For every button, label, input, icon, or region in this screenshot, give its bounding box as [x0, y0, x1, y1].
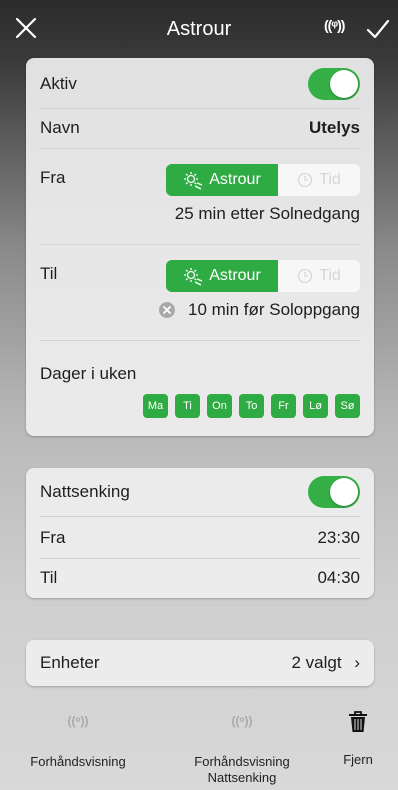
- to-seg-time[interactable]: Tid: [278, 260, 360, 292]
- schedule-card: Aktiv Navn Utelys Fra Astrour Tid 25 min…: [26, 58, 374, 436]
- checkmark-icon[interactable]: [366, 18, 390, 40]
- from-segmented-control[interactable]: Astrour Tid: [166, 164, 360, 196]
- night-setback-toggle[interactable]: [308, 476, 360, 508]
- preview-night-label-2: Nattsenking: [207, 770, 277, 785]
- name-label: Navn: [40, 118, 80, 137]
- night-setback-card: Nattsenking Fra 23:30 Til 04:30: [26, 468, 374, 598]
- bottom-toolbar: ((ᵒ)) Forhåndsvisning ((ᵒ)) Forhåndsvisn…: [0, 708, 398, 790]
- divider: [40, 244, 360, 245]
- divider: [40, 516, 360, 517]
- units-value: 2 valgt: [291, 653, 342, 672]
- days-label: Dager i uken: [40, 364, 137, 383]
- days-row: Ma Ti On To Fr Lø Sø: [40, 394, 360, 420]
- to-seg-time-label: Tid: [319, 267, 341, 284]
- to-row: Til Astrour Tid: [40, 260, 360, 292]
- units-label: Enheter: [40, 653, 100, 672]
- night-setback-label: Nattsenking: [40, 482, 130, 501]
- from-label: Fra: [40, 168, 66, 187]
- name-row[interactable]: Navn Utelys: [40, 118, 360, 138]
- to-seg-astro-label: Astrour: [209, 267, 261, 284]
- weekday-selector: Ma Ti On To Fr Lø Sø: [143, 394, 360, 418]
- day-to[interactable]: To: [239, 394, 264, 418]
- broadcast-icon[interactable]: ((ᵠ)): [324, 17, 345, 33]
- to-segmented-control[interactable]: Astrour Tid: [166, 260, 360, 292]
- divider: [40, 558, 360, 559]
- to-description-text: 10 min før Soloppgang: [188, 300, 360, 319]
- divider: [40, 148, 360, 149]
- preview-icon: ((ᵒ)): [67, 714, 89, 728]
- preview-icon-wrap: ((ᵒ)): [8, 708, 148, 734]
- day-ti[interactable]: Ti: [175, 394, 200, 418]
- active-toggle[interactable]: [308, 68, 360, 100]
- from-seg-astro-label: Astrour: [209, 171, 261, 188]
- night-setback-row: Nattsenking: [40, 476, 360, 508]
- clock-icon: [298, 268, 313, 284]
- clock-icon: [298, 172, 313, 188]
- night-to-row[interactable]: Til 04:30: [40, 568, 360, 588]
- day-fr[interactable]: Fr: [271, 394, 296, 418]
- toggle-knob: [330, 70, 358, 98]
- to-label: Til: [40, 264, 58, 283]
- preview-button[interactable]: ((ᵒ)) Forhåndsvisning: [8, 708, 148, 770]
- preview-night-button[interactable]: ((ᵒ)) Forhåndsvisning Nattsenking: [172, 708, 312, 786]
- preview-night-icon-wrap: ((ᵒ)): [172, 708, 312, 734]
- from-row: Fra Astrour Tid: [40, 164, 360, 196]
- units-row[interactable]: Enheter 2 valgt ›: [40, 653, 360, 673]
- active-label: Aktiv: [40, 74, 77, 93]
- preview-label: Forhåndsvisning: [30, 754, 126, 769]
- night-from-value: 23:30: [317, 528, 360, 547]
- day-so[interactable]: Sø: [335, 394, 360, 418]
- units-card[interactable]: Enheter 2 valgt ›: [26, 640, 374, 686]
- to-description[interactable]: 10 min før Soloppgang: [40, 300, 360, 322]
- night-from-label: Fra: [40, 528, 66, 547]
- from-seg-astro[interactable]: Astrour: [166, 164, 278, 196]
- sun-icon: [184, 172, 203, 190]
- units-value-group: 2 valgt ›: [292, 653, 361, 673]
- day-ma[interactable]: Ma: [143, 394, 168, 418]
- preview-night-label-1: Forhåndsvisning: [194, 754, 290, 769]
- toggle-knob: [330, 478, 358, 506]
- top-bar: Astrour ((ᵠ)): [0, 0, 398, 58]
- from-seg-time[interactable]: Tid: [278, 164, 360, 196]
- divider: [40, 340, 360, 341]
- name-value: Utelys: [308, 118, 360, 137]
- night-to-value: 04:30: [317, 568, 360, 587]
- active-row: Aktiv: [40, 68, 360, 100]
- remove-button[interactable]: Fjern: [330, 708, 386, 768]
- day-lo[interactable]: Lø: [303, 394, 328, 418]
- night-to-label: Til: [40, 568, 58, 587]
- night-from-row[interactable]: Fra 23:30: [40, 528, 360, 548]
- day-on[interactable]: On: [207, 394, 232, 418]
- trash-icon: [349, 711, 367, 732]
- clear-icon[interactable]: [158, 301, 176, 319]
- remove-label: Fjern: [343, 752, 373, 767]
- preview-night-icon: ((ᵒ)): [231, 714, 253, 728]
- to-seg-astro[interactable]: Astrour: [166, 260, 278, 292]
- from-description-text: 25 min etter Solnedgang: [174, 204, 360, 223]
- chevron-right-icon: ›: [354, 653, 360, 672]
- from-seg-time-label: Tid: [319, 171, 341, 188]
- sun-icon: [184, 268, 203, 286]
- from-description[interactable]: 25 min etter Solnedgang: [40, 204, 360, 224]
- divider: [40, 108, 360, 109]
